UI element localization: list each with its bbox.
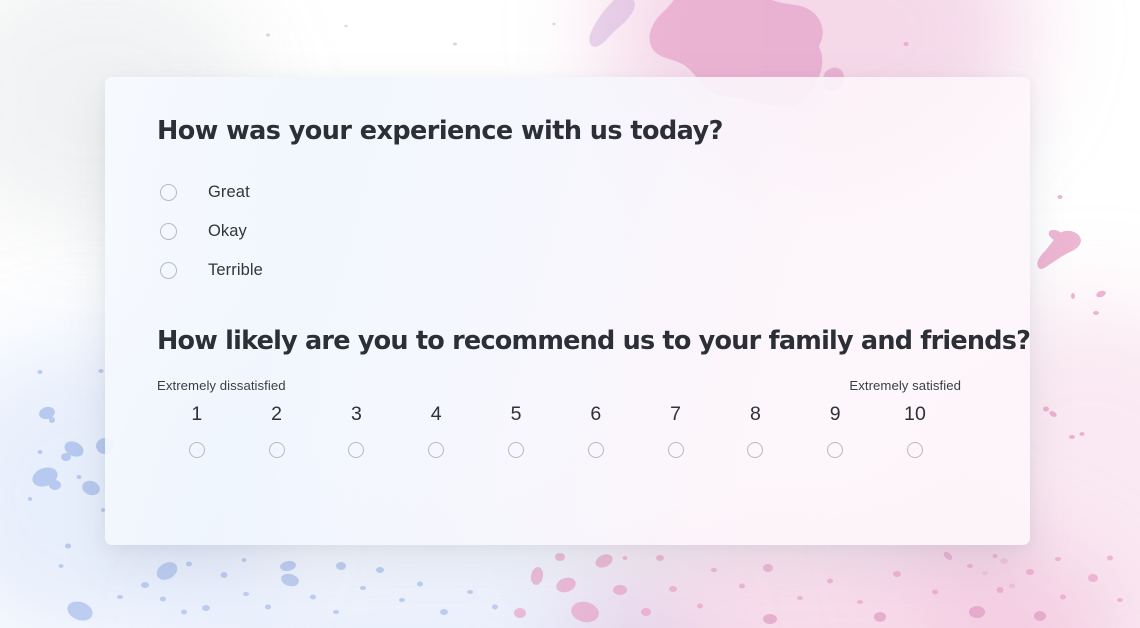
scale-radio-icon-2[interactable] — [268, 441, 285, 458]
question-2-title: How likely are you to recommend us to yo… — [157, 325, 1030, 356]
scale-item-4[interactable]: 4 — [396, 405, 476, 458]
scale-item-7[interactable]: 7 — [636, 405, 716, 458]
background-wash-blue-bottom — [180, 540, 700, 628]
option-row-terrible[interactable]: Terrible — [157, 251, 978, 290]
scale-item-8[interactable]: 8 — [716, 405, 796, 458]
scale-label-right: Extremely satisfied — [849, 378, 961, 394]
radio-icon-great[interactable] — [160, 183, 177, 201]
scale-number-4: 4 — [430, 403, 442, 426]
scale-number-7: 7 — [670, 403, 682, 426]
scale-number-8: 8 — [749, 403, 761, 426]
scale-item-1[interactable]: 1 — [157, 405, 237, 458]
scale-number-3: 3 — [350, 403, 363, 426]
scale-radio-icon-8[interactable] — [747, 441, 764, 458]
scale-number-10: 10 — [904, 403, 927, 426]
survey-card-content: How was your experience with us today? G… — [105, 77, 1030, 545]
survey-page: How was your experience with us today? G… — [0, 0, 1140, 628]
question-2-block: How likely are you to recommend us to yo… — [157, 325, 1030, 458]
scale-number-5: 5 — [510, 403, 522, 426]
scale-item-6[interactable]: 6 — [556, 405, 636, 458]
survey-card: How was your experience with us today? G… — [105, 77, 1030, 545]
scale-item-5[interactable]: 5 — [476, 405, 556, 458]
scale-item-2[interactable]: 2 — [237, 405, 317, 458]
question-1-title: How was your experience with us today? — [157, 116, 723, 146]
option-label-okay: Okay — [208, 221, 247, 240]
scale-radio-icon-10[interactable] — [907, 441, 924, 458]
scale-number-2: 2 — [271, 403, 283, 426]
scale-radio-icon-4[interactable] — [428, 441, 445, 458]
scale-number-1: 1 — [191, 403, 203, 426]
scale-radio-icon-7[interactable] — [667, 441, 684, 458]
scale-label-left: Extremely dissatisfied — [157, 378, 286, 394]
radio-icon-okay[interactable] — [160, 222, 177, 240]
scale-number-6: 6 — [590, 403, 602, 426]
question-1-options: Great Okay Terrible — [157, 173, 978, 290]
nps-scale: 1 2 3 4 5 6 7 8 9 10 — [157, 405, 955, 458]
scale-radio-icon-5[interactable] — [508, 441, 525, 458]
scale-radio-icon-6[interactable] — [587, 441, 604, 458]
scale-radio-icon-3[interactable] — [348, 441, 365, 458]
option-row-great[interactable]: Great — [157, 173, 978, 212]
option-label-terrible: Terrible — [208, 260, 263, 279]
scale-item-10[interactable]: 10 — [875, 405, 955, 458]
scale-item-9[interactable]: 9 — [795, 405, 875, 458]
scale-radio-icon-1[interactable] — [188, 441, 205, 458]
option-row-okay[interactable]: Okay — [157, 212, 978, 251]
option-label-great: Great — [208, 182, 250, 201]
scale-end-labels: Extremely dissatisfied Extremely satisfi… — [157, 378, 978, 393]
radio-icon-terrible[interactable] — [160, 261, 177, 279]
scale-radio-icon-9[interactable] — [827, 441, 844, 458]
scale-number-9: 9 — [829, 403, 841, 426]
scale-item-3[interactable]: 3 — [317, 405, 397, 458]
